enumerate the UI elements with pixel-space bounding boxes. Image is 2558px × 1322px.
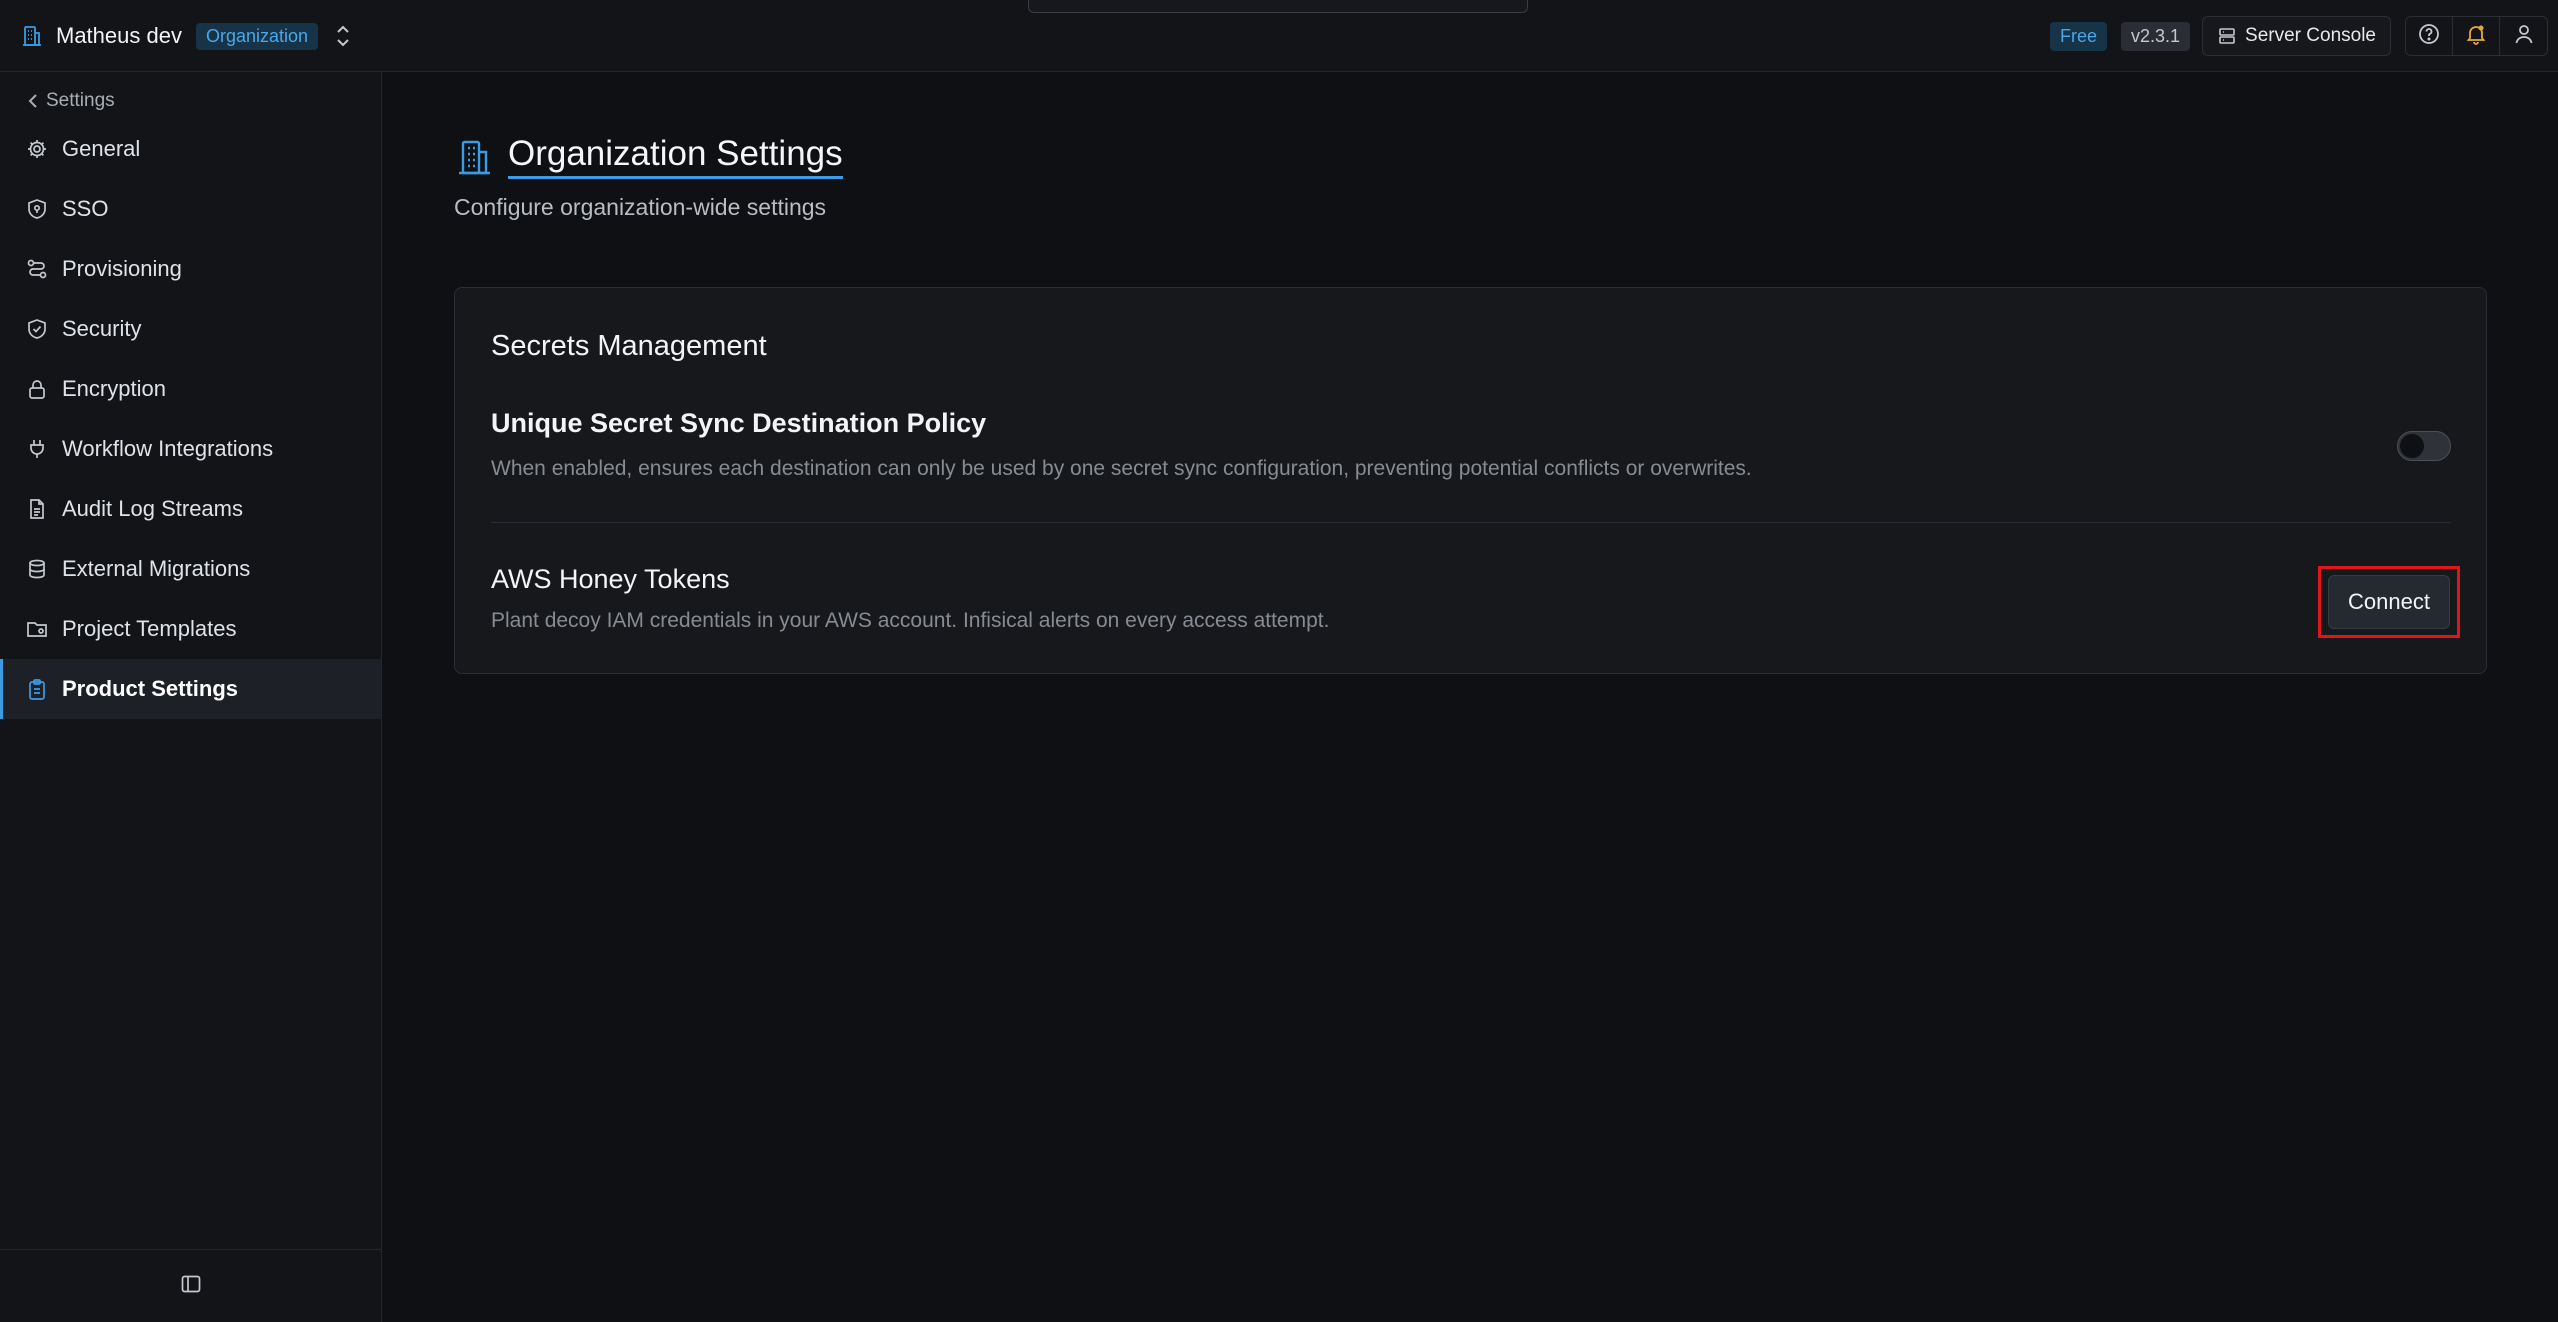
sidebar-item-label: Workflow Integrations bbox=[62, 436, 274, 461]
setting-row-unique-destination-policy: Unique Secret Sync Destination Policy Wh… bbox=[491, 408, 2451, 481]
folder-cog-icon bbox=[26, 618, 48, 640]
version-badge: v2.3.1 bbox=[2121, 21, 2191, 51]
setting-name: Unique Secret Sync Destination Policy bbox=[491, 408, 987, 438]
building-icon bbox=[20, 24, 44, 48]
bell-icon bbox=[2465, 23, 2487, 50]
sidebar-item-external-migrations[interactable]: External Migrations bbox=[0, 539, 381, 599]
setting-description: Plant decoy IAM credentials in your AWS … bbox=[491, 609, 1330, 632]
back-to-settings-link[interactable]: Settings bbox=[26, 90, 115, 112]
shield-key-icon bbox=[26, 198, 48, 220]
sidebar-item-label: Security bbox=[62, 316, 142, 341]
sidebar-item-general[interactable]: General bbox=[0, 119, 381, 179]
page-header: Organization Settings bbox=[454, 134, 843, 179]
sidebar-item-label: Product Settings bbox=[62, 676, 239, 701]
main-content: Organization Settings Configure organiza… bbox=[383, 72, 2558, 1322]
document-icon bbox=[26, 498, 48, 520]
sidebar-footer bbox=[0, 1249, 381, 1322]
setting-description: When enabled, ensures each destination c… bbox=[491, 457, 1752, 480]
page-title: Organization Settings bbox=[508, 134, 843, 179]
help-button[interactable] bbox=[2406, 17, 2453, 55]
chevron-left-icon bbox=[26, 93, 40, 109]
sidebar-item-label: Provisioning bbox=[62, 256, 182, 281]
top-bar: Matheus dev Organization Free v2.3.1 Ser… bbox=[0, 0, 2558, 72]
unique-destination-policy-toggle[interactable] bbox=[2397, 431, 2451, 461]
sidebar-item-label: SSO bbox=[62, 196, 109, 221]
sidebar-item-label: General bbox=[62, 136, 141, 161]
sidebar-item-label: Encryption bbox=[62, 376, 166, 401]
help-icon bbox=[2418, 23, 2440, 50]
org-badge: Organization bbox=[195, 22, 319, 50]
plug-icon bbox=[26, 438, 48, 460]
sidebar-item-encryption[interactable]: Encryption bbox=[0, 359, 381, 419]
page-subtitle: Configure organization-wide settings bbox=[454, 194, 827, 220]
sidebar-item-security[interactable]: Security bbox=[0, 299, 381, 359]
workflow-icon bbox=[26, 258, 48, 280]
user-menu-button[interactable] bbox=[2500, 17, 2547, 55]
sidebar-nav: General SSO Provisioning Security Encryp… bbox=[0, 119, 381, 719]
sidebar-item-audit-log-streams[interactable]: Audit Log Streams bbox=[0, 479, 381, 539]
back-link-label: Settings bbox=[46, 90, 115, 111]
server-icon bbox=[2217, 26, 2237, 46]
plan-badge: Free bbox=[2049, 21, 2107, 51]
org-name: Matheus dev bbox=[56, 23, 182, 48]
sidebar-item-sso[interactable]: SSO bbox=[0, 179, 381, 239]
sidebar-item-workflow-integrations[interactable]: Workflow Integrations bbox=[0, 419, 381, 479]
database-icon bbox=[26, 558, 48, 580]
notifications-button[interactable] bbox=[2453, 17, 2500, 55]
server-console-label: Server Console bbox=[2245, 25, 2376, 46]
sidebar: Settings General SSO Provisioning Securi… bbox=[0, 72, 382, 1322]
lock-icon bbox=[26, 378, 48, 400]
sidebar-item-label: External Migrations bbox=[62, 556, 251, 581]
chevron-up-down-icon[interactable] bbox=[332, 23, 354, 49]
setting-row-aws-honey-tokens: AWS Honey Tokens Plant decoy IAM credent… bbox=[491, 564, 2451, 633]
toggle-knob bbox=[2400, 434, 2424, 458]
top-right-actions: Free v2.3.1 Server Console bbox=[2049, 16, 2548, 56]
icon-button-group bbox=[2405, 16, 2548, 56]
user-icon bbox=[2513, 23, 2535, 50]
divider bbox=[491, 522, 2451, 523]
server-console-button[interactable]: Server Console bbox=[2202, 16, 2391, 56]
org-switcher[interactable]: Matheus dev Organization bbox=[20, 20, 354, 52]
sidebar-toggle-icon[interactable] bbox=[180, 1273, 202, 1300]
sidebar-item-provisioning[interactable]: Provisioning bbox=[0, 239, 381, 299]
setting-name: AWS Honey Tokens bbox=[491, 564, 730, 594]
building-icon bbox=[454, 137, 494, 177]
gear-icon bbox=[26, 138, 48, 160]
top-notch bbox=[1028, 0, 1528, 13]
shield-check-icon bbox=[26, 318, 48, 340]
connect-highlight: Connect bbox=[2318, 566, 2460, 638]
sidebar-item-label: Audit Log Streams bbox=[62, 496, 243, 521]
card-title: Secrets Management bbox=[491, 330, 767, 362]
sidebar-item-product-settings[interactable]: Product Settings bbox=[0, 659, 381, 719]
sidebar-item-project-templates[interactable]: Project Templates bbox=[0, 599, 381, 659]
app-root: Matheus dev Organization Free v2.3.1 Ser… bbox=[0, 0, 2558, 1322]
clipboard-icon bbox=[26, 678, 48, 700]
connect-button[interactable]: Connect bbox=[2328, 575, 2450, 629]
sidebar-item-label: Project Templates bbox=[62, 616, 237, 641]
secrets-management-card: Secrets Management Unique Secret Sync De… bbox=[454, 287, 2487, 674]
